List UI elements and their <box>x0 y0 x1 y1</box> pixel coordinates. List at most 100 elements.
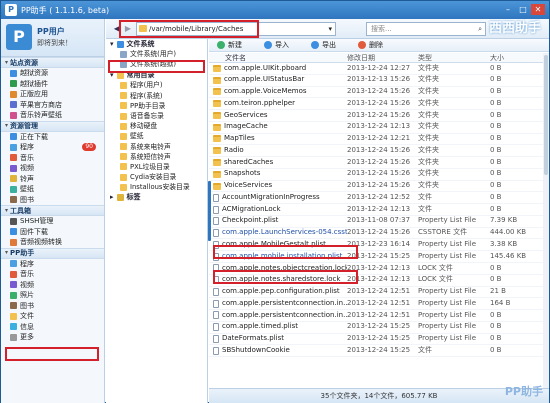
item-icon <box>10 238 17 246</box>
maximize-button[interactable]: □ <box>516 4 530 15</box>
sidebar-item[interactable]: 图书 <box>1 301 104 312</box>
minimize-button[interactable]: – <box>501 4 515 15</box>
table-row[interactable]: com.apple.mobile.installation.plist 2013-… <box>209 251 549 264</box>
item-icon <box>10 111 17 119</box>
sidebar-item[interactable]: 程序 <box>1 259 104 270</box>
sidebar-item[interactable]: 固件下载 <box>1 227 104 238</box>
table-row[interactable]: com.teiron.pphelper 2013-12-24 15:26 文件夹 0 … <box>209 98 549 111</box>
file-name-cell: com.apple.UIKit.pboard <box>209 63 347 75</box>
table-row[interactable]: com.apple.persistentconnection.in... 2013… <box>209 310 549 322</box>
sidebar-item[interactable]: 音乐 <box>1 269 104 280</box>
tree-item[interactable]: 文件系统(用户) <box>106 49 207 59</box>
scrollbar-thumb[interactable] <box>544 55 548 175</box>
type-cell: LOCK 文件 <box>418 275 453 284</box>
sidebar-item[interactable]: 越狱资源 <box>1 68 104 79</box>
sidebar-item[interactable]: 视频 <box>1 280 104 291</box>
column-name[interactable]: 文件名 <box>209 53 347 62</box>
tree-item[interactable]: Installous安装目录 <box>106 182 207 192</box>
tree-item[interactable]: 壁纸 <box>106 131 207 141</box>
tree-item[interactable]: 移动硬盘 <box>106 121 207 131</box>
folder-icon <box>120 132 127 140</box>
import-button[interactable]: 导入 <box>264 40 289 50</box>
close-button[interactable]: ✕ <box>531 4 545 15</box>
table-row[interactable]: com.apple.VoiceMemos 2013-12-24 15:26 文件夹 0… <box>209 87 549 99</box>
tree-item[interactable]: 系统来电铃声 <box>106 142 207 152</box>
sidebar-item[interactable]: 程序 90 <box>1 142 104 153</box>
sidebar-item[interactable]: 正版应用 <box>1 89 104 100</box>
tree-item[interactable]: 系统短信铃声 <box>106 152 207 162</box>
tree-item[interactable]: Cydia安装目录 <box>106 172 207 182</box>
delete-button[interactable]: 删除 <box>358 40 383 50</box>
search-input[interactable]: 搜索... ⌕ <box>366 22 486 36</box>
user-name[interactable]: PP用户 <box>37 26 65 37</box>
table-row[interactable]: sharedCaches 2013-12-24 15:26 文件夹 0 B <box>209 157 549 169</box>
forward-button[interactable]: ▶ <box>123 23 133 35</box>
table-row[interactable]: Checkpoint.plist 2013-11-08 07:37 Property… <box>209 216 549 228</box>
table-row[interactable]: MapTiles 2013-12-24 12:21 文件夹 0 B <box>209 134 549 146</box>
search-icon[interactable]: ⌕ <box>478 23 482 35</box>
sidebar-item[interactable]: 越狱插件 <box>1 79 104 90</box>
sidebar-item[interactable]: 更多 <box>1 332 104 343</box>
sidebar-item[interactable]: 照片 <box>1 290 104 301</box>
file-name-cell: ImageCache <box>209 121 347 133</box>
sidebar-item[interactable]: 铃声 <box>1 174 104 185</box>
tree-item[interactable]: PXL垃圾目录 <box>106 162 207 172</box>
path-input[interactable]: /var/mobile/Library/Caches ▾ <box>136 22 336 36</box>
scrollbar[interactable] <box>543 53 549 388</box>
new-button[interactable]: 新建 <box>217 40 242 50</box>
file-name: Checkpoint.plist <box>222 216 279 225</box>
table-row[interactable]: com.apple.notes.sharedstore.lock 2013-12-… <box>209 275 549 287</box>
table-row[interactable]: com.apple.LaunchServices-054.csstore 2013… <box>209 228 549 240</box>
sidebar-item[interactable]: 壁纸 <box>1 184 104 195</box>
table-row[interactable]: com.apple.MobileGestalt.plist 2013-12-23 … <box>209 239 549 252</box>
sidebar-section[interactable]: ▾ 资源管理 <box>1 120 104 132</box>
table-row[interactable]: com.apple.persistentconnection.in... 2013… <box>209 298 549 311</box>
table-row[interactable]: SBShutdownCookie 2013-12-24 15:25 文件 0 B <box>209 345 549 358</box>
back-button[interactable]: ◀ <box>112 23 122 35</box>
sidebar-section[interactable]: ▾ PP助手 <box>1 247 104 259</box>
tree-item[interactable]: PP助手目录 <box>106 101 207 111</box>
table-row[interactable]: DateFormats.plist 2013-12-24 15:25 Propert… <box>209 334 549 346</box>
sidebar-item[interactable]: 文件 <box>1 311 104 322</box>
table-row[interactable]: Radio 2013-12-24 15:26 文件夹 0 B <box>209 145 549 158</box>
table-row[interactable]: com.apple.timed.plist 2013-12-24 15:25 Pro… <box>209 322 549 334</box>
tree-item[interactable]: 程序(系统) <box>106 91 207 101</box>
pane-splitter[interactable] <box>208 181 211 241</box>
sidebar-item[interactable]: 视频 <box>1 163 104 174</box>
item-icon <box>10 133 17 141</box>
tree-section-common[interactable]: ▾ 常用目录 <box>106 70 207 80</box>
sidebar-item[interactable]: 音乐铃声壁纸 <box>1 110 104 121</box>
file-name-cell: com.apple.LaunchServices-054.csstore <box>209 227 347 239</box>
sidebar-item[interactable]: 图书 <box>1 195 104 206</box>
sidebar-item[interactable]: 音频视频转换 <box>1 237 104 248</box>
sidebar-item[interactable]: 音乐 <box>1 153 104 164</box>
tree-item[interactable]: 语音备忘录 <box>106 111 207 121</box>
table-row[interactable]: VoiceServices 2013-12-24 15:26 文件夹 0 B <box>209 181 549 193</box>
avatar[interactable]: P <box>6 24 32 50</box>
chevron-down-icon[interactable]: ▾ <box>328 23 332 35</box>
sidebar-section[interactable]: ▾ 工具箱 <box>1 205 104 216</box>
sidebar-item[interactable]: 正在下载 <box>1 132 104 143</box>
size-cell: 0 B <box>490 157 502 166</box>
sidebar-item[interactable]: 信息 <box>1 322 104 333</box>
table-row[interactable]: AccountMigrationInProgress 2013-12-24 12:… <box>209 192 549 205</box>
table-row[interactable]: ACMigrationLock 2013-12-24 12:13 文件 0 B <box>209 204 549 216</box>
table-row[interactable]: com.apple.pep.configuration.plist 2013-12… <box>209 287 549 299</box>
column-modified[interactable]: 修改日期 <box>347 53 418 62</box>
table-row[interactable]: com.apple.UIStatusBar 2013-12-13 15:26 文件夹… <box>209 75 549 87</box>
tree-item[interactable]: 文件系统(越狱) <box>106 59 207 69</box>
table-row[interactable]: com.apple.notes.objectcreation.lock 2013-… <box>209 263 549 275</box>
column-size[interactable]: 大小 <box>490 53 540 62</box>
sidebar-item[interactable]: 苹果官方商店 <box>1 100 104 111</box>
table-row[interactable]: com.apple.UIKit.pboard 2013-12-24 12:27 文件… <box>209 63 549 75</box>
sidebar-section[interactable]: ▾ 站点资源 <box>1 57 104 68</box>
column-type[interactable]: 类型 <box>418 53 490 62</box>
table-row[interactable]: ImageCache 2013-12-24 12:13 文件夹 0 B <box>209 122 549 134</box>
tree-item[interactable]: 程序(用户) <box>106 80 207 90</box>
export-button[interactable]: 导出 <box>311 40 336 50</box>
table-row[interactable]: GeoServices 2013-12-24 15:26 文件夹 0 B <box>209 110 549 122</box>
table-row[interactable]: Snapshots 2013-12-24 15:26 文件夹 0 B <box>209 169 549 181</box>
sidebar-item[interactable]: SHSH管理 <box>1 216 104 227</box>
tree-section-filesystem[interactable]: ▾ 文件系统 <box>106 39 207 49</box>
tree-section-bookmarks[interactable]: ▸ 标签 <box>106 192 207 202</box>
